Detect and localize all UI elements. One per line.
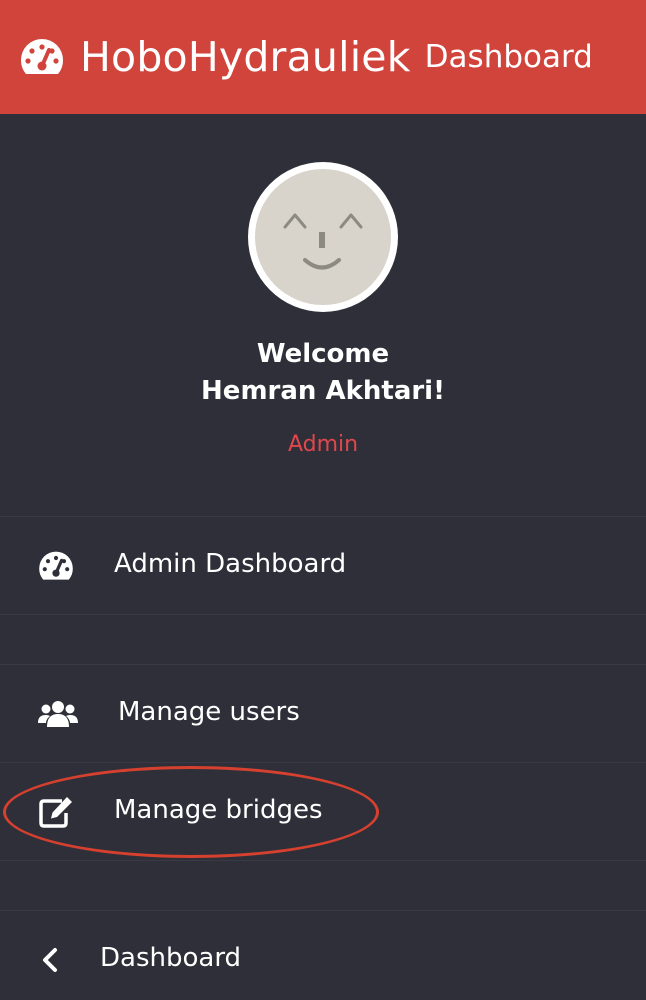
nav-label: Manage bridges [114,795,323,825]
nav-item-manage-users[interactable]: Manage users [0,666,646,762]
nav-label: Manage users [118,697,300,727]
header: HoboHydrauliek Dashboard [0,0,646,114]
app-brand[interactable]: HoboHydrauliek [80,33,411,81]
tachometer-icon [36,546,76,586]
user-profile: Welcome Hemran Akhtari! Admin [0,114,646,516]
divider [0,860,646,861]
chevron-left-icon [30,940,70,980]
divider [0,614,646,615]
nav-item-admin-dashboard[interactable]: Admin Dashboard [0,518,646,614]
avatar [248,162,398,312]
user-name: Hemran Akhtari! [201,376,445,406]
nav-label: Dashboard [100,943,242,973]
edit-icon [36,792,76,832]
app-subtitle: Dashboard [424,39,593,75]
divider [0,762,646,763]
tachometer-icon [18,33,66,81]
user-role: Admin [287,432,359,457]
divider [0,516,646,517]
divider [0,910,646,911]
nav-item-manage-bridges[interactable]: Manage bridges [0,764,646,860]
divider [0,664,646,665]
welcome-message: Welcome Hemran Akhtari! [0,336,646,410]
sidebar: HoboHydrauliek Dashboard Welcome Hemran … [0,0,646,1000]
welcome-line: Welcome [256,339,390,369]
avatar-face [255,169,391,305]
nav-label: Admin Dashboard [114,549,347,579]
users-icon [38,694,78,734]
nav-item-dashboard-back[interactable]: Dashboard [0,912,646,1000]
